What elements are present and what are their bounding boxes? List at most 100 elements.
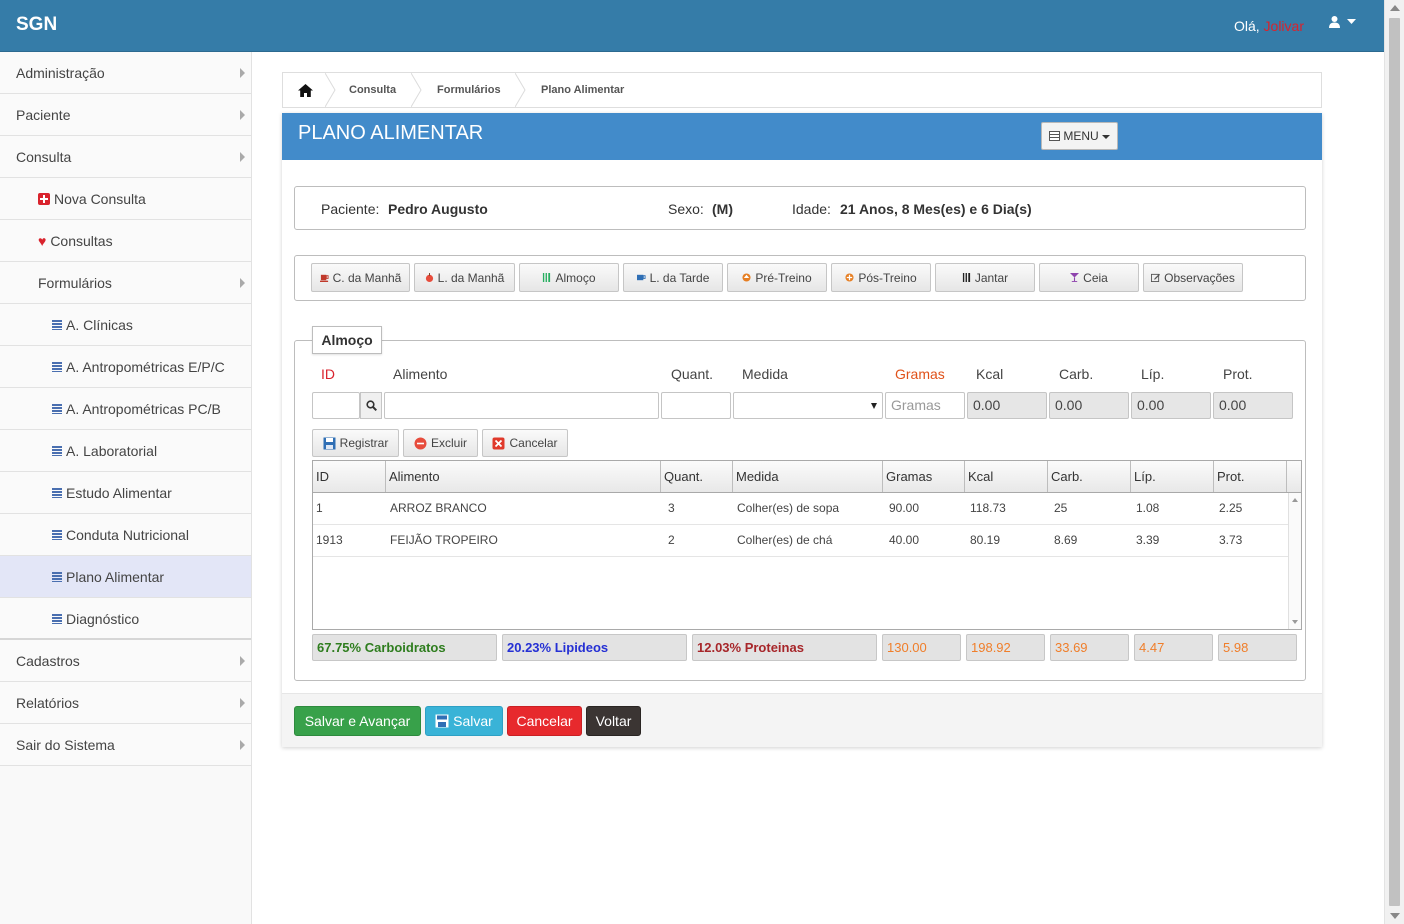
list-icon	[52, 445, 62, 456]
excluir-button[interactable]: Excluir	[403, 429, 478, 457]
chevron-right-icon	[240, 68, 245, 78]
column-header[interactable]: Alimento	[386, 461, 661, 492]
circle-up-icon	[742, 273, 751, 282]
cell-quant: 2	[668, 533, 675, 547]
label-prot: Prot.	[1223, 366, 1253, 382]
scrollbar-thumb[interactable]	[1389, 18, 1400, 906]
scroll-up-icon[interactable]	[1390, 5, 1400, 11]
caret-down-icon	[1347, 18, 1356, 24]
meal-button-lanche-manha[interactable]: L. da Manhã	[414, 263, 515, 292]
column-header[interactable]: Líp.	[1131, 461, 1214, 492]
save-button[interactable]: Salvar	[425, 706, 503, 736]
plus-square-icon	[38, 192, 50, 205]
column-header[interactable]: Carb.	[1048, 461, 1131, 492]
back-button[interactable]: Voltar	[586, 706, 641, 736]
scroll-down-icon[interactable]	[1390, 913, 1400, 919]
sidebar-item-a-clinicas[interactable]: A. Clínicas	[0, 304, 251, 346]
lip-field: 0.00	[1131, 392, 1211, 419]
meal-button-cafe-manha[interactable]: C. da Manhã	[311, 263, 410, 292]
medida-select[interactable]	[733, 392, 883, 419]
patient-age-wrap: 21 Anos, 8 Mes(es) e 6 Dia(s)	[840, 201, 1032, 217]
sidebar-item-diagnostico[interactable]: Diagnóstico	[0, 598, 251, 640]
table-row[interactable]: 1 ARROZ BRANCO 3 Colher(es) de sopa 90.0…	[313, 493, 1288, 525]
column-header[interactable]: Medida	[733, 461, 883, 492]
sidebar-item-conduta-nutricional[interactable]: Conduta Nutricional	[0, 514, 251, 556]
sidebar-item-estudo-alimentar[interactable]: Estudo Alimentar	[0, 472, 251, 514]
list-icon	[52, 487, 62, 498]
meal-button-label: L. da Tarde	[649, 270, 710, 285]
alimento-input[interactable]	[384, 392, 659, 419]
cancelar-button[interactable]: Cancelar	[482, 429, 568, 457]
id-input[interactable]	[312, 392, 360, 419]
sidebar-item-plano-alimentar[interactable]: Plano Alimentar	[0, 556, 251, 598]
sidebar-item-label: Consulta	[16, 149, 72, 165]
breadcrumb-item[interactable]: Formulários	[437, 73, 501, 107]
breadcrumb-item[interactable]: Consulta	[349, 73, 396, 107]
user-icon	[1329, 16, 1340, 28]
chevron-right-icon	[240, 110, 245, 120]
sidebar-item-antropometricas-epc[interactable]: A. Antropométricas E/P/C	[0, 346, 251, 388]
sidebar-item-label: Relatórios	[16, 695, 80, 711]
sidebar-item-cadastros[interactable]: Cadastros	[0, 640, 251, 682]
table-row[interactable]: 1913 FEIJÃO TROPEIRO 2 Colher(es) de chá…	[313, 525, 1288, 557]
column-header[interactable]: Gramas	[883, 461, 965, 492]
tea-cup-icon	[636, 274, 646, 281]
sidebar-item-formularios[interactable]: Formulários	[0, 262, 251, 304]
column-header[interactable]: Kcal	[965, 461, 1048, 492]
breadcrumb-home[interactable]	[283, 73, 327, 107]
save-and-next-button[interactable]: Salvar e Avançar	[294, 706, 421, 736]
sidebar-item-consulta[interactable]: Consulta	[0, 136, 251, 178]
column-header[interactable]: Prot.	[1214, 461, 1287, 492]
home-icon	[297, 83, 313, 97]
meal-button-pre-treino[interactable]: Pré-Treino	[727, 263, 827, 292]
greeting: Olá, Jolivar	[1234, 18, 1304, 34]
cell-kcal: 118.73	[970, 501, 1006, 515]
meal-button-ceia[interactable]: Ceia	[1039, 263, 1139, 292]
gramas-input[interactable]: Gramas	[885, 392, 965, 419]
sidebar-item-antropometricas-pcb[interactable]: A. Antropométricas PC/B	[0, 388, 251, 430]
save-icon	[435, 714, 449, 728]
breadcrumb-separator-icon	[515, 73, 526, 107]
column-header[interactable]: ID	[313, 461, 386, 492]
sidebar-item-administracao[interactable]: Administração	[0, 52, 251, 94]
meal-button-label: Observações	[1164, 270, 1235, 285]
page-scrollbar[interactable]	[1384, 0, 1404, 924]
user-menu-toggle[interactable]	[1328, 15, 1356, 28]
menu-button[interactable]: MENU	[1041, 122, 1118, 150]
sidebar-item-nova-consulta[interactable]: Nova Consulta	[0, 178, 251, 220]
scroll-up-icon[interactable]	[1292, 498, 1298, 502]
coffee-icon	[319, 274, 329, 282]
total-carb: 33.69	[1050, 634, 1129, 661]
sidebar-item-label: Conduta Nutricional	[66, 527, 189, 543]
brand-logo[interactable]: SGN	[16, 14, 57, 36]
meal-button-lanche-tarde[interactable]: L. da Tarde	[623, 263, 723, 292]
panel-footer: Salvar e Avançar Salvar Cancelar Voltar	[282, 693, 1322, 747]
total-kcal: 198.92	[966, 634, 1045, 661]
registrar-button[interactable]: Registrar	[312, 429, 399, 457]
cancel-button[interactable]: Cancelar	[507, 706, 582, 736]
meal-button-label: Almoço	[555, 270, 596, 285]
sidebar-item-sair[interactable]: Sair do Sistema	[0, 724, 251, 766]
sidebar-item-label: Formulários	[38, 275, 112, 291]
meal-button-almoco[interactable]: Almoço	[519, 263, 619, 292]
meal-button-pos-treino[interactable]: Pós-Treino	[831, 263, 931, 292]
cell-medida: Colher(es) de sopa	[737, 501, 840, 515]
sidebar-item-laboratorial[interactable]: A. Laboratorial	[0, 430, 251, 472]
sidebar-item-paciente[interactable]: Paciente	[0, 94, 251, 136]
meal-button-jantar[interactable]: Jantar	[935, 263, 1035, 292]
column-header[interactable]: Quant.	[661, 461, 733, 492]
search-button[interactable]	[360, 392, 382, 419]
chevron-right-icon	[240, 278, 245, 288]
minus-circle-icon	[414, 437, 427, 449]
label-carb: Carb.	[1059, 366, 1094, 382]
cell-id: 1913	[316, 533, 343, 547]
sidebar-item-label: Consultas	[50, 233, 113, 249]
scroll-down-icon[interactable]	[1292, 620, 1298, 624]
sidebar-item-relatorios[interactable]: Relatórios	[0, 682, 251, 724]
meal-button-observacoes[interactable]: Observações	[1143, 263, 1243, 292]
table-scrollbar[interactable]	[1288, 493, 1301, 629]
sidebar-item-consultas[interactable]: ♥ Consultas	[0, 220, 251, 262]
quant-input[interactable]	[661, 392, 731, 419]
carb-field: 0.00	[1049, 392, 1129, 419]
sidebar: Administração Paciente Consulta Nova Con…	[0, 52, 252, 924]
